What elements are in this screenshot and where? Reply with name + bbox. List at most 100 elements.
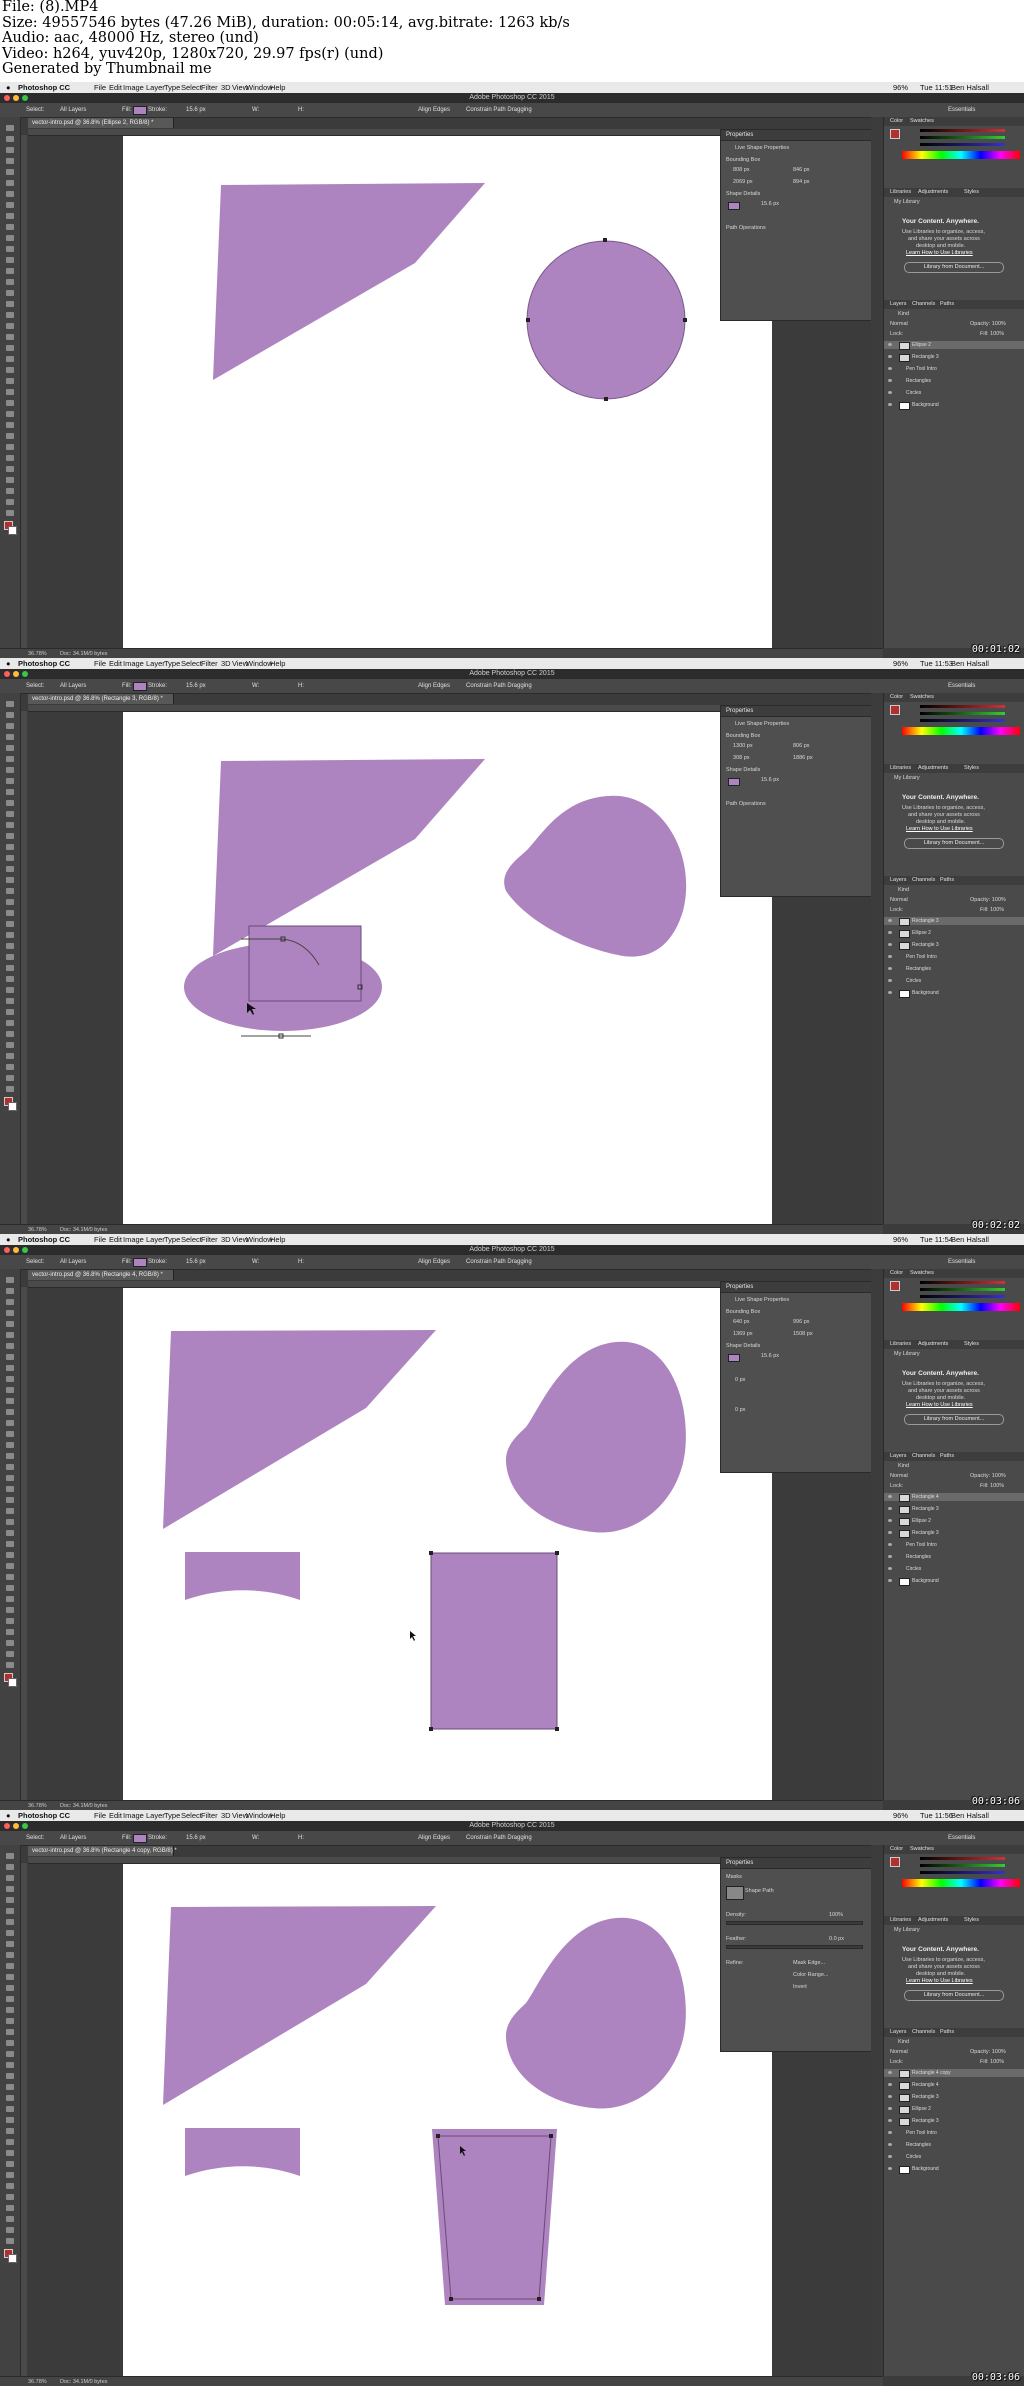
tool-icon[interactable] [6, 1618, 14, 1624]
menu-type[interactable]: Type [164, 83, 180, 92]
constrain-path-checkbox[interactable]: Constrain Path Dragging [466, 682, 532, 690]
color-spectrum-bar[interactable] [902, 1303, 1020, 1311]
tool-icon[interactable] [6, 1897, 14, 1903]
color-slider[interactable] [920, 705, 1005, 708]
tool-icon[interactable] [6, 1552, 14, 1558]
channels-tab[interactable]: Channels [912, 2029, 935, 2036]
visibility-eye-icon[interactable] [888, 943, 892, 946]
menu-image[interactable]: Image [123, 1235, 144, 1244]
tool-icon[interactable] [6, 1442, 14, 1448]
workspace-dropdown[interactable]: Essentials [948, 682, 975, 690]
tool-icon[interactable] [6, 510, 14, 516]
layer-row[interactable]: Ellipse 2 [884, 929, 1024, 938]
tool-icon[interactable] [6, 2216, 14, 2222]
curved-bottom-rectangle-shape[interactable] [185, 2128, 300, 2176]
document-tab[interactable]: vector-intro.psd @ 36.8% (Rectangle 4, R… [28, 1270, 174, 1280]
tool-icon[interactable] [6, 323, 14, 329]
tool-icon[interactable] [6, 921, 14, 927]
tool-icon[interactable] [6, 257, 14, 263]
tool-icon[interactable] [6, 2117, 14, 2123]
color-slider[interactable] [920, 1871, 1005, 1874]
tool-icon[interactable] [6, 1864, 14, 1870]
shape-fill-swatch[interactable] [728, 202, 740, 210]
tool-icon[interactable] [6, 499, 14, 505]
swatches-tab[interactable]: Swatches [910, 694, 934, 701]
color-slider[interactable] [920, 1864, 1005, 1867]
color-slider[interactable] [920, 1295, 1005, 1298]
paths-tab[interactable]: Paths [940, 2029, 954, 2036]
visibility-eye-icon[interactable] [888, 1519, 892, 1522]
tool-icon[interactable] [6, 2062, 14, 2068]
visibility-eye-icon[interactable] [888, 979, 892, 982]
deformed-ellipse-shape[interactable] [504, 795, 687, 957]
background-color-swatch[interactable] [8, 526, 17, 535]
layers-tab[interactable]: Layers [890, 301, 907, 308]
layer-kind-filter[interactable]: Kind [898, 887, 909, 894]
tool-icon[interactable] [6, 2084, 14, 2090]
layer-row[interactable]: Pen Tool Intro [884, 365, 1024, 373]
swatches-tab[interactable]: Swatches [910, 118, 934, 125]
tool-icon[interactable] [6, 723, 14, 729]
tool-icon[interactable] [6, 1662, 14, 1668]
tool-icon[interactable] [6, 345, 14, 351]
visibility-eye-icon[interactable] [888, 2155, 892, 2158]
constrain-path-checkbox[interactable]: Constrain Path Dragging [466, 1834, 532, 1842]
tool-icon[interactable] [6, 279, 14, 285]
visibility-eye-icon[interactable] [888, 2107, 892, 2110]
tool-icon[interactable] [6, 1651, 14, 1657]
visibility-eye-icon[interactable] [888, 1555, 892, 1558]
tool-icon[interactable] [6, 1086, 14, 1092]
apple-icon[interactable]: ● [6, 83, 11, 92]
menu-file[interactable]: File [94, 659, 106, 668]
tool-icon[interactable] [6, 169, 14, 175]
tool-icon[interactable] [6, 2051, 14, 2057]
tool-icon[interactable] [6, 2161, 14, 2167]
tool-icon[interactable] [6, 224, 14, 230]
menu-type[interactable]: Type [164, 1235, 180, 1244]
tool-icon[interactable] [6, 1288, 14, 1294]
layer-row[interactable]: Ellipse 2 [884, 1517, 1024, 1526]
layer-kind-filter[interactable]: Kind [898, 2039, 909, 2046]
tool-icon[interactable] [6, 1607, 14, 1613]
color-slider[interactable] [920, 129, 1005, 132]
paths-tab[interactable]: Paths [940, 301, 954, 308]
visibility-eye-icon[interactable] [888, 1543, 892, 1546]
tool-icon[interactable] [6, 1064, 14, 1070]
tool-icon[interactable] [6, 778, 14, 784]
app-name-menu[interactable]: Photoshop CC [18, 1811, 70, 1820]
visibility-eye-icon[interactable] [888, 991, 892, 994]
shape-path-thumbnail[interactable] [726, 1886, 744, 1900]
menu-select[interactable]: Select [181, 659, 202, 668]
document-tab[interactable]: vector-intro.psd @ 36.8% (Rectangle 4 co… [28, 1846, 177, 1856]
freeform-polygon-shape[interactable] [163, 1906, 436, 2105]
layer-row[interactable]: Rectangle 3 [884, 917, 1024, 926]
visibility-eye-icon[interactable] [888, 955, 892, 958]
stroke-width-value[interactable]: 15.6 px [186, 1834, 206, 1842]
blend-mode-dropdown[interactable]: Normal [890, 897, 908, 904]
tool-icon[interactable] [6, 1020, 14, 1026]
corner-radius-value[interactable]: 0 px [735, 1377, 745, 1384]
menu-3d[interactable]: 3D [221, 83, 231, 92]
tool-icon[interactable] [6, 888, 14, 894]
zoom-level[interactable]: 36.78% [28, 651, 47, 658]
fill-swatch[interactable] [133, 682, 147, 691]
density-slider[interactable] [726, 1921, 863, 1925]
tool-icon[interactable] [6, 745, 14, 751]
tool-icon[interactable] [6, 2029, 14, 2035]
tool-icon[interactable] [6, 422, 14, 428]
opacity-field[interactable]: Opacity: 100% [970, 321, 1006, 328]
visibility-eye-icon[interactable] [888, 391, 892, 394]
tool-icon[interactable] [6, 2194, 14, 2200]
background-color-swatch[interactable] [8, 2254, 17, 2263]
learn-libraries-link[interactable]: Learn How to Use Libraries [906, 1402, 973, 1409]
shape-fill-swatch[interactable] [728, 1354, 740, 1362]
libraries-tab[interactable]: Libraries [890, 1917, 911, 1924]
document-canvas[interactable] [123, 1863, 772, 2376]
tool-icon[interactable] [6, 998, 14, 1004]
align-edges-checkbox[interactable]: Align Edges [418, 682, 450, 690]
fill-field[interactable]: Fill: 100% [980, 1483, 1004, 1490]
opacity-field[interactable]: Opacity: 100% [970, 1473, 1006, 1480]
color-slider[interactable] [920, 136, 1005, 139]
tool-icon[interactable] [6, 965, 14, 971]
shape-stroke-width[interactable]: 15.6 px [761, 201, 779, 208]
